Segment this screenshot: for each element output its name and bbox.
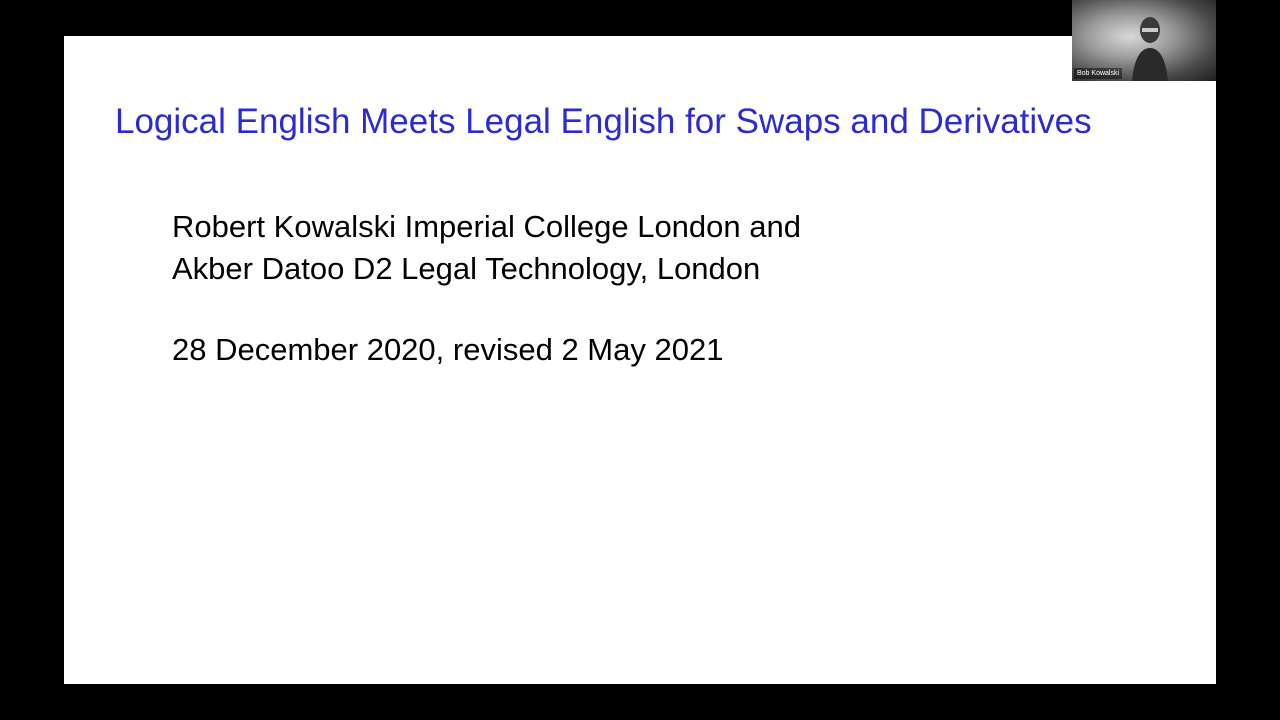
slide: Logical English Meets Legal English for …	[64, 36, 1216, 684]
participant-video-tile[interactable]: Bob Kowalski	[1072, 0, 1216, 81]
date-line: 28 December 2020, revised 2 May 2021	[172, 332, 724, 367]
participant-video-icon	[1132, 17, 1168, 81]
author-line-2: Akber Datoo D2 Legal Technology, London	[172, 251, 761, 286]
authors-block: Robert Kowalski Imperial College London …	[172, 206, 801, 290]
author-line-1: Robert Kowalski Imperial College London …	[172, 209, 801, 244]
participant-name-label: Bob Kowalski	[1074, 68, 1123, 79]
slide-title: Logical English Meets Legal English for …	[115, 102, 1092, 141]
presentation-screen: Logical English Meets Legal English for …	[0, 0, 1280, 720]
